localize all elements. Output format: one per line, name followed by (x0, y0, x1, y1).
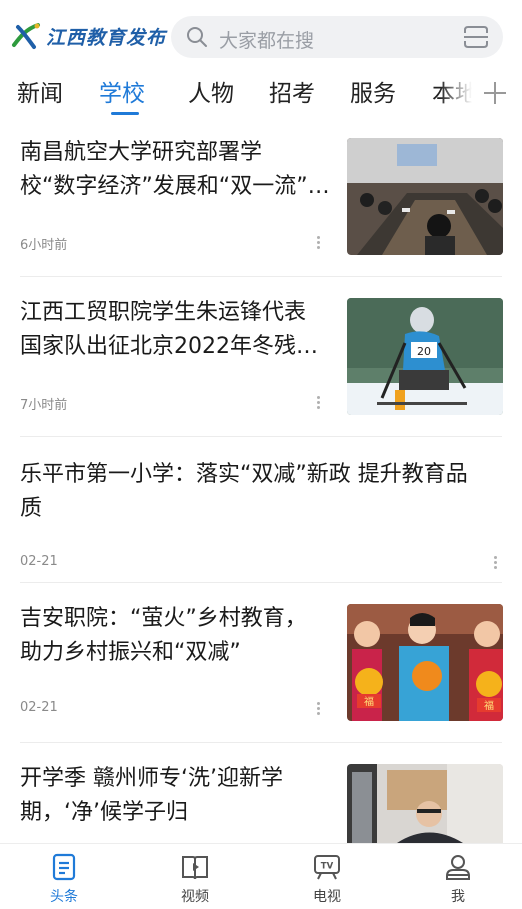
tabs-fade (440, 70, 480, 114)
nav-tv[interactable]: TV 电视 (287, 852, 367, 906)
more-options-icon[interactable] (317, 236, 321, 250)
para-skier-photo: 20 (347, 298, 503, 415)
tab-school[interactable]: 学校 (99, 74, 145, 108)
article-title: 南昌航空大学研究部署学 校“数字经济”发展和“双一流”… (20, 140, 330, 199)
article-title: 乐平市第一小学：落实“双减”新政 提升教育品 质 (20, 462, 468, 521)
divider (20, 436, 502, 437)
svg-text:福: 福 (484, 699, 494, 712)
tab-people[interactable]: 人物 (188, 74, 234, 108)
cleaning-photo (347, 764, 503, 843)
more-options-icon[interactable] (317, 702, 321, 716)
profile-icon (446, 855, 470, 880)
headline-icon (52, 853, 76, 881)
nav-me[interactable]: 我 (418, 852, 498, 906)
article-title: 开学季 赣州师专‘洗’迎新学 期，‘净’候学子归 (20, 766, 283, 825)
article-title: 吉安职院：“萤火”乡村教育， 助力乡村振兴和“双减” (20, 606, 307, 665)
divider (20, 742, 502, 743)
article-time: 6小时前 (20, 238, 68, 253)
divider (20, 582, 502, 583)
article-thumbnail (347, 764, 503, 843)
tv-icon: TV (314, 855, 340, 880)
category-tabs: 新闻 学校 人物 招考 服务 本地 (0, 70, 522, 120)
app-logo[interactable]: 江西教育发布 (10, 18, 166, 54)
video-icon (182, 856, 208, 880)
logo-mark-icon (12, 23, 40, 49)
article-time: 7小时前 (20, 398, 68, 413)
nav-headlines[interactable]: 头条 (24, 852, 104, 906)
svg-text:TV: TV (321, 862, 334, 872)
list-item[interactable]: 江西工贸职院学生朱运锋代表 国家队出征北京2022年冬残… 7小时前 20 (0, 280, 522, 436)
tab-news[interactable]: 新闻 (17, 74, 63, 108)
tab-exams[interactable]: 招考 (269, 74, 315, 108)
search-icon (187, 27, 207, 47)
svg-text:福: 福 (364, 695, 374, 708)
search-bar[interactable]: 大家都在搜 (171, 16, 503, 58)
article-thumbnail: 20 (347, 298, 503, 415)
article-time: 02-21 (20, 700, 58, 715)
children-crafts-photo: 福 福 (347, 604, 503, 721)
list-item[interactable]: 吉安职院：“萤火”乡村教育， 助力乡村振兴和“双减” 02-21 福 福 (0, 586, 522, 742)
app-header: 江西教育发布 大家都在搜 (0, 0, 522, 70)
divider (20, 276, 502, 277)
list-item[interactable]: 乐平市第一小学：落实“双减”新政 提升教育品 质 02-21 (0, 440, 522, 582)
article-time: 02-21 (20, 554, 58, 569)
brand-name: 江西教育发布 (46, 26, 167, 49)
add-tab-icon[interactable] (480, 76, 510, 108)
tab-services[interactable]: 服务 (350, 74, 396, 108)
more-options-icon[interactable] (317, 396, 321, 410)
article-title: 江西工贸职院学生朱运锋代表 国家队出征北京2022年冬残… (20, 300, 318, 359)
list-item[interactable]: 开学季 赣州师专‘洗’迎新学 期，‘净’候学子归 (0, 746, 522, 843)
scan-icon[interactable] (463, 25, 489, 49)
search-placeholder: 大家都在搜 (219, 30, 315, 52)
nav-video[interactable]: 视频 (155, 852, 235, 906)
bottom-navigation: 头条 视频 TV 电视 我 (0, 843, 522, 909)
meeting-photo (347, 138, 503, 255)
active-tab-indicator (111, 112, 139, 115)
article-thumbnail: 福 福 (347, 604, 503, 721)
list-item[interactable]: 南昌航空大学研究部署学 校“数字经济”发展和“双一流”… 6小时前 (0, 120, 522, 276)
svg-text:20: 20 (417, 345, 431, 358)
more-options-icon[interactable] (494, 556, 498, 570)
article-thumbnail (347, 138, 503, 255)
